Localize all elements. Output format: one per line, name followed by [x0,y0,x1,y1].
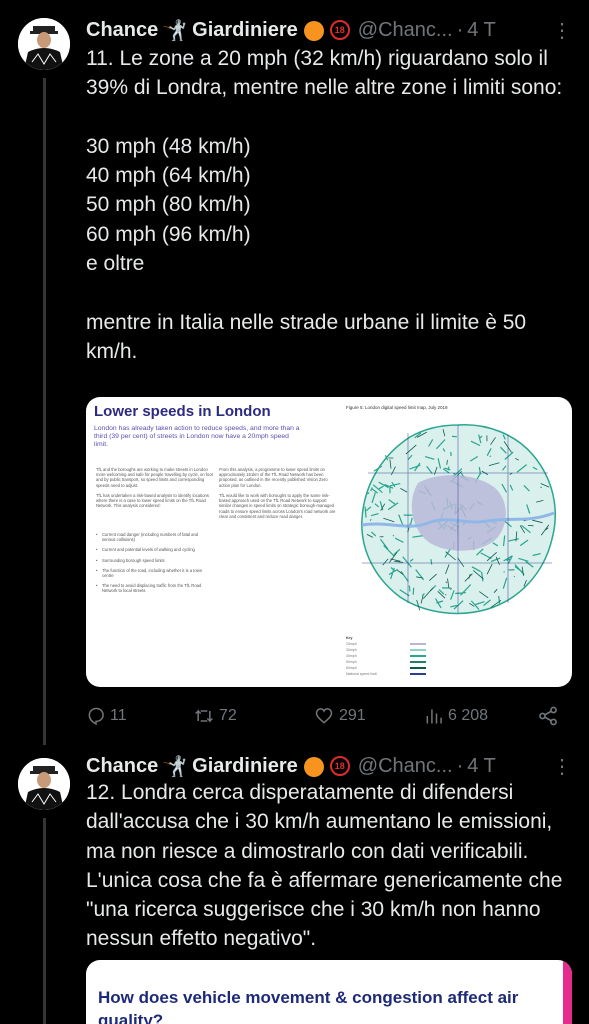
fencer-emoji: 🤺 [162,755,188,778]
london-speed-map [361,424,556,615]
card-col1: TfL and the boroughs are working to make… [96,467,213,509]
author-name[interactable]: Chance [86,19,158,42]
card-title: Lower speeds in London [94,403,271,420]
avatar-image [18,18,70,70]
reply-button[interactable]: 11 [86,706,127,726]
repost-icon [195,709,213,723]
reply-icon [88,707,104,726]
tweet-2[interactable]: Chance 🤺 Giardiniere 18 @Chanc... · 4 T … [0,745,589,1024]
card-title: How does vehicle movement & congestion a… [98,988,519,1024]
reply-count: 11 [110,707,127,724]
tweet-text: 12. Londra cerca disperatamente di difen… [86,781,569,951]
thread-line [43,78,46,745]
tweet-header: Chance 🤺 Giardiniere 18 @Chanc... · 4 T … [86,751,589,781]
avatar[interactable] [18,758,70,810]
legend-list: 20mph 30mph 40mph 50mph 60mph National speed … [346,641,426,677]
views-icon [426,709,442,724]
figure-title: Figure 5: London digital speed limit map… [346,405,448,410]
views-button[interactable]: 6 208 [424,706,488,726]
bullet-item: The need to avoid displacing traffic fro… [96,583,206,593]
card-intro: London has already taken action to reduc… [94,425,300,448]
thread-line [43,818,46,1024]
tweet-time[interactable]: 4 T [467,755,496,778]
author-name-2[interactable]: Giardiniere [192,19,298,42]
orange-emoji [303,757,324,777]
card-col2: From this analysis, a programme to lower… [219,467,336,519]
more-icon[interactable]: ⋮ [552,18,572,43]
like-count: 291 [339,707,366,724]
more-icon[interactable]: ⋮ [552,754,572,779]
map-legend: Key 20mph 30mph 40mph 50mph 60mph National sp… [346,635,426,677]
tweet-image[interactable]: Lower speeds in London London has alread… [86,397,572,687]
tweet-image[interactable]: How does vehicle movement & congestion a… [86,960,572,1024]
author-name[interactable]: Chance [86,755,158,778]
like-button[interactable]: 291 [313,706,366,726]
card-bullets: Current road danger (including numbers o… [96,532,206,599]
separator-dot: · [456,18,464,41]
bullet-item: The function of the road, including whet… [96,568,206,578]
bullet-item: Surrounding borough speed limits [96,558,206,563]
author-handle[interactable]: @Chanc... [358,19,453,42]
no-under-18-emoji: 18 [329,20,350,40]
bullet-item: Current and potential levels of walking … [96,547,206,552]
tweet-text: 11. Le zone a 20 mph (32 km/h) riguardan… [86,47,563,363]
fencer-emoji: 🤺 [162,19,188,42]
repost-count: 72 [219,707,237,724]
bullet-item: Current road danger (including numbers o… [96,532,206,542]
tweet-header: Chance 🤺 Giardiniere 18 @Chanc... · 4 T … [86,15,589,45]
orange-emoji [303,21,324,41]
author-name-2[interactable]: Giardiniere [192,755,298,778]
no-under-18-emoji: 18 [329,756,350,776]
avatar-image [18,758,70,810]
tweet-actions: 11 72 291 6 208 [86,701,572,731]
share-icon [539,706,557,726]
author-handle[interactable]: @Chanc... [358,755,453,778]
avatar[interactable] [18,18,70,70]
share-button[interactable] [537,705,559,727]
legend-item: National speed limit [346,671,426,677]
tweet-1[interactable]: Chance 🤺 Giardiniere 18 @Chanc... · 4 T … [0,0,589,745]
separator-dot: · [456,754,464,777]
views-count: 6 208 [448,707,489,724]
repost-button[interactable]: 72 [193,706,237,726]
heart-icon [315,708,333,724]
tweet-time[interactable]: 4 T [467,19,496,42]
